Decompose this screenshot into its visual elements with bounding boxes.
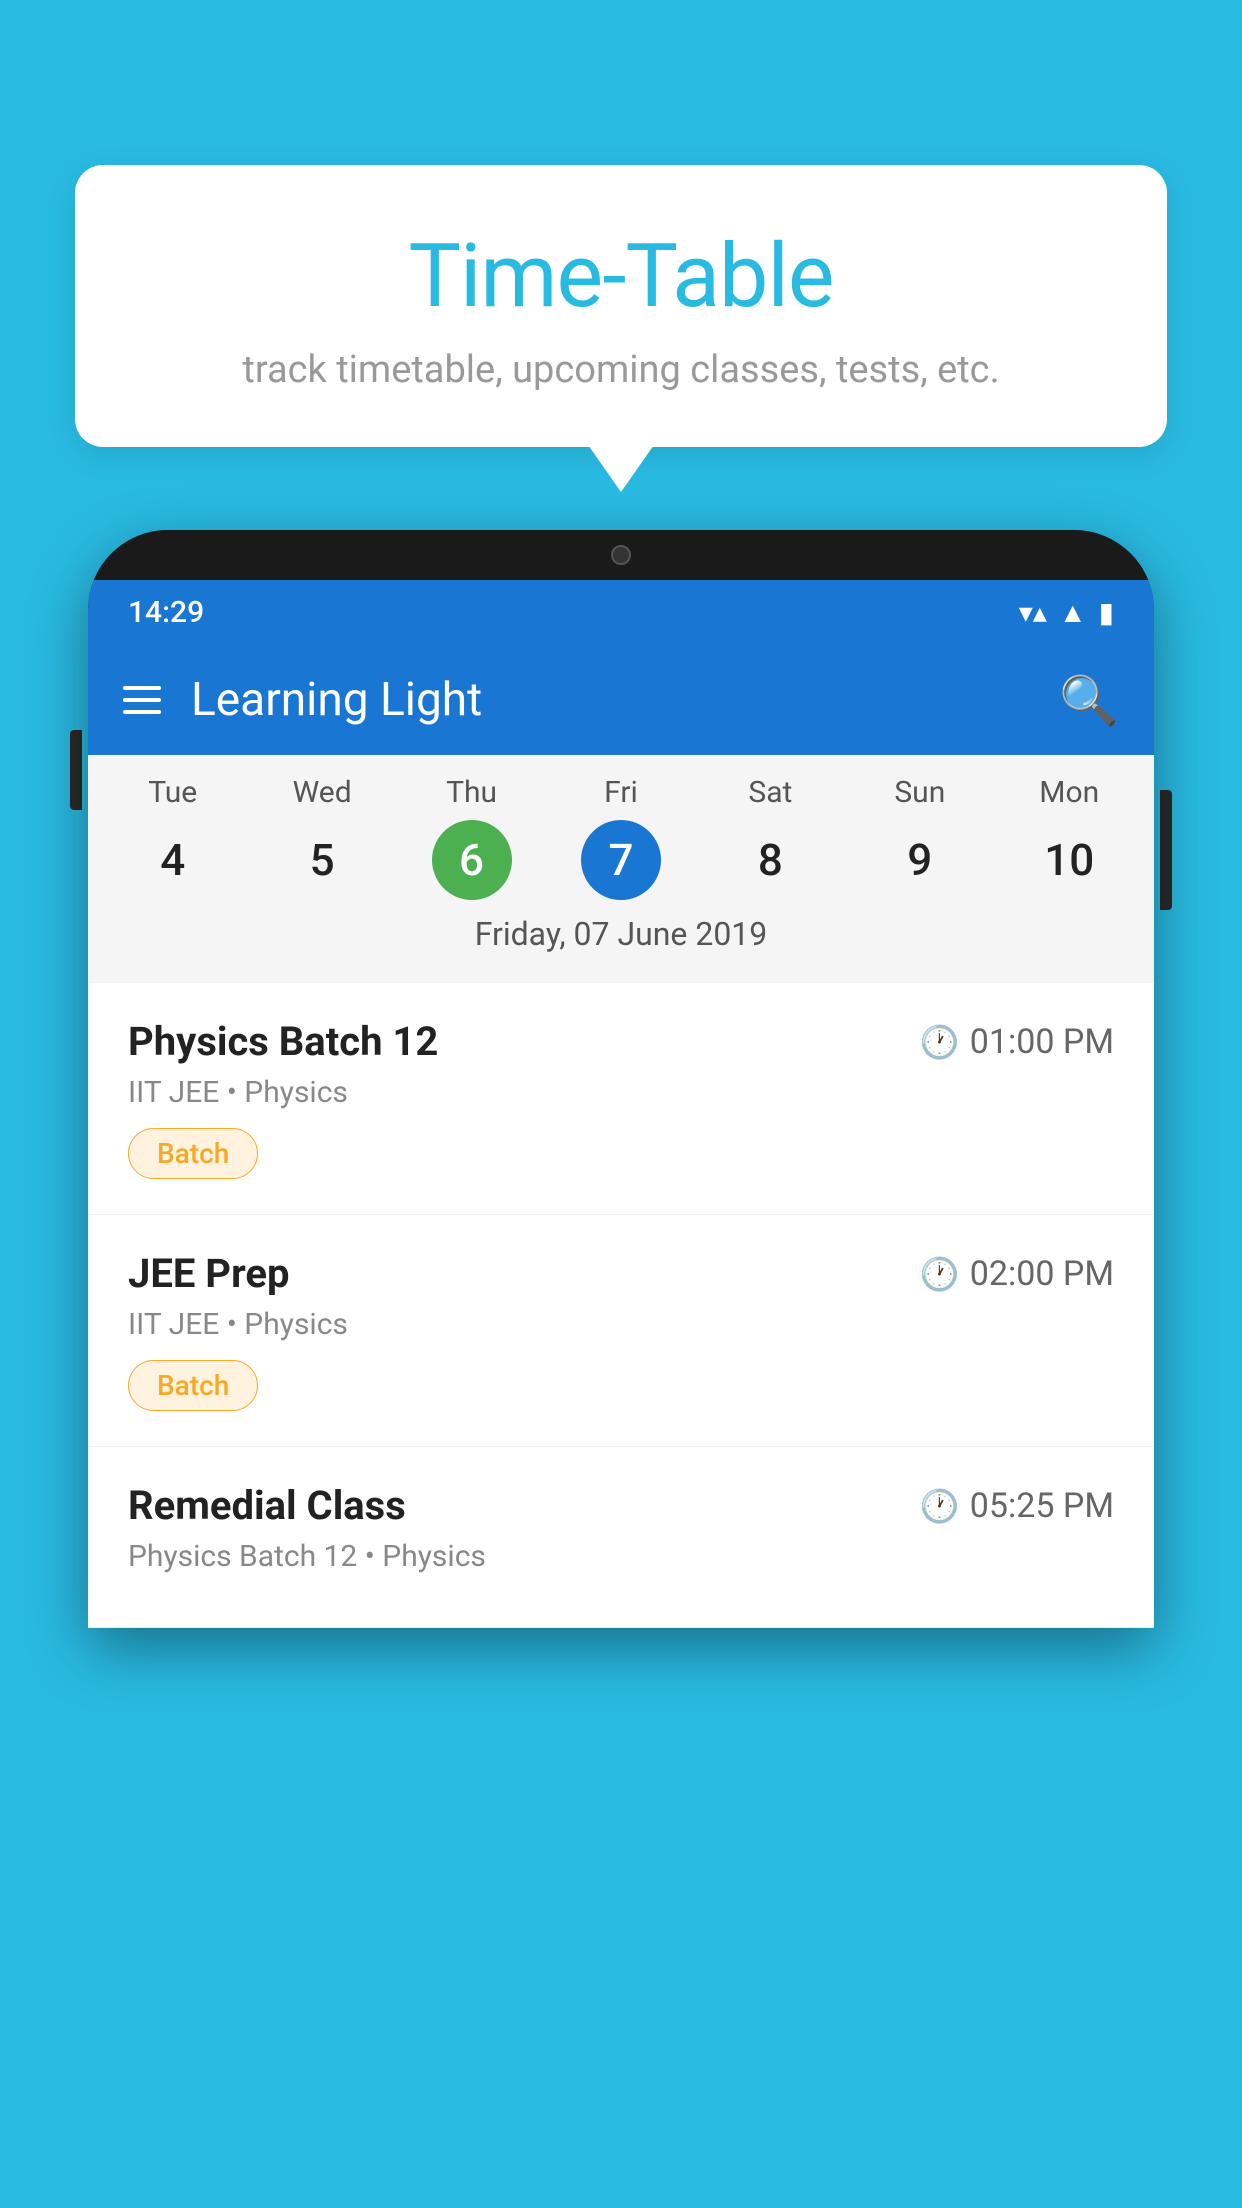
status-time: 14:29 xyxy=(128,595,204,630)
day-number: 7 xyxy=(581,820,661,900)
calendar-day-4[interactable]: Tue 4 xyxy=(98,775,247,900)
hamburger-line-3 xyxy=(123,710,161,714)
day-number: 8 xyxy=(730,820,810,900)
day-name-label: Tue xyxy=(148,775,197,810)
class-time: 🕐 02:00 PM xyxy=(920,1254,1114,1294)
class-subject: IIT JEE • Physics xyxy=(128,1307,1114,1342)
hero-card: Time-Table track timetable, upcoming cla… xyxy=(75,165,1167,447)
day-number: 9 xyxy=(880,820,960,900)
calendar-day-10[interactable]: Mon 10 xyxy=(995,775,1144,900)
day-name-label: Thu xyxy=(446,775,497,810)
class-subject: IIT JEE • Physics xyxy=(128,1075,1114,1110)
class-time: 🕐 01:00 PM xyxy=(920,1022,1114,1062)
day-name-label: Sun xyxy=(894,775,945,810)
batch-tag: Batch xyxy=(128,1128,258,1179)
phone-mockup: 14:29 ▾▴ ▲ ▮ Learning Light 🔍 Tue 4 Wed 5 Th… xyxy=(88,530,1154,2208)
class-name: JEE Prep xyxy=(128,1250,289,1297)
calendar-day-7[interactable]: Fri 7 xyxy=(546,775,695,900)
search-icon[interactable]: 🔍 xyxy=(1059,672,1119,729)
phone-frame: 14:29 ▾▴ ▲ ▮ Learning Light 🔍 Tue 4 Wed 5 Th… xyxy=(88,530,1154,1628)
class-header: Remedial Class 🕐 05:25 PM xyxy=(128,1482,1114,1529)
phone-top xyxy=(88,530,1154,580)
app-bar: Learning Light 🔍 xyxy=(88,645,1154,755)
hero-subtitle: track timetable, upcoming classes, tests… xyxy=(125,348,1117,392)
class-name: Remedial Class xyxy=(128,1482,406,1529)
hamburger-line-1 xyxy=(123,686,161,690)
days-header: Tue 4 Wed 5 Thu 6 Fri 7 Sat 8 Sun 9 Mon 10 xyxy=(88,775,1154,900)
clock-icon: 🕐 xyxy=(920,1255,960,1293)
hamburger-line-2 xyxy=(123,698,161,702)
class-name: Physics Batch 12 xyxy=(128,1018,438,1065)
class-time: 🕐 05:25 PM xyxy=(920,1486,1114,1526)
day-number: 4 xyxy=(133,820,213,900)
battery-icon: ▮ xyxy=(1099,596,1114,629)
day-name-label: Mon xyxy=(1039,775,1099,810)
class-item[interactable]: Physics Batch 12 🕐 01:00 PM IIT JEE • Phys… xyxy=(88,983,1154,1215)
day-name-label: Fri xyxy=(604,775,638,810)
calendar-strip: Tue 4 Wed 5 Thu 6 Fri 7 Sat 8 Sun 9 Mon 10 Friday, 07… xyxy=(88,755,1154,983)
day-name-label: Wed xyxy=(293,775,352,810)
side-button-right xyxy=(1160,790,1172,910)
wifi-icon: ▾▴ xyxy=(1019,596,1047,629)
calendar-day-8[interactable]: Sat 8 xyxy=(696,775,845,900)
batch-tag: Batch xyxy=(128,1360,258,1411)
signal-icon: ▲ xyxy=(1059,596,1087,629)
class-list: Physics Batch 12 🕐 01:00 PM IIT JEE • Phys… xyxy=(88,983,1154,1628)
selected-date: Friday, 07 June 2019 xyxy=(88,900,1154,973)
status-icons: ▾▴ ▲ ▮ xyxy=(1019,596,1114,629)
camera-dot xyxy=(611,545,631,565)
day-number: 6 xyxy=(432,820,512,900)
day-number: 10 xyxy=(1029,820,1109,900)
calendar-day-6[interactable]: Thu 6 xyxy=(397,775,546,900)
menu-button[interactable] xyxy=(123,686,161,714)
class-header: JEE Prep 🕐 02:00 PM xyxy=(128,1250,1114,1297)
app-title: Learning Light xyxy=(191,673,1059,727)
class-subject: Physics Batch 12 • Physics xyxy=(128,1539,1114,1574)
hero-title: Time-Table xyxy=(125,225,1117,328)
clock-icon: 🕐 xyxy=(920,1487,960,1525)
status-bar: 14:29 ▾▴ ▲ ▮ xyxy=(88,580,1154,645)
clock-icon: 🕐 xyxy=(920,1023,960,1061)
day-number: 5 xyxy=(282,820,362,900)
side-button-left xyxy=(70,730,82,810)
calendar-day-9[interactable]: Sun 9 xyxy=(845,775,994,900)
class-item[interactable]: Remedial Class 🕐 05:25 PM Physics Batch 12… xyxy=(88,1447,1154,1628)
calendar-day-5[interactable]: Wed 5 xyxy=(247,775,396,900)
class-header: Physics Batch 12 🕐 01:00 PM xyxy=(128,1018,1114,1065)
day-name-label: Sat xyxy=(748,775,792,810)
class-item[interactable]: JEE Prep 🕐 02:00 PM IIT JEE • Physics Batch xyxy=(88,1215,1154,1447)
